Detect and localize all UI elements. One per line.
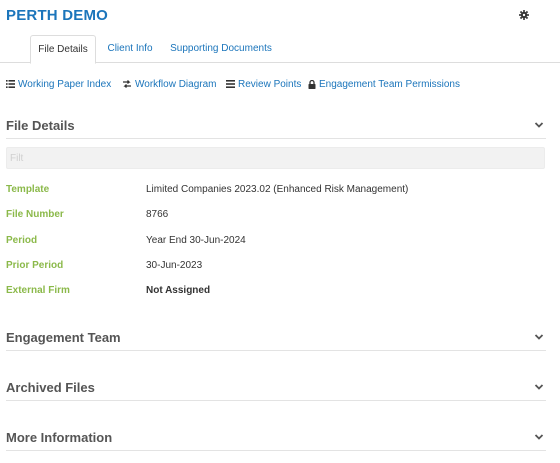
review-points-link[interactable]: Review Points	[226, 77, 301, 91]
engagement-team-permissions-label: Engagement Team Permissions	[319, 78, 460, 90]
tab-client-info[interactable]: Client Info	[100, 35, 160, 63]
detail-value: Limited Companies 2023.02 (Enhanced Risk…	[146, 184, 409, 195]
detail-row-period: Period Year End 30-Jun-2024	[6, 235, 546, 249]
engagement-team-permissions-link[interactable]: Engagement Team Permissions	[308, 77, 460, 91]
lock-icon	[308, 79, 316, 89]
file-details-page: PERTH DEMO File Details Client Info Supp…	[0, 0, 560, 463]
workflow-icon	[123, 80, 131, 88]
chevron-down-icon	[534, 384, 544, 390]
detail-row-file-number: File Number 8766	[6, 209, 546, 223]
chevron-down-icon	[534, 334, 544, 340]
detail-label: Period	[6, 235, 38, 246]
detail-row-external-firm: External Firm Not Assigned	[6, 285, 546, 299]
gear-icon[interactable]	[518, 9, 530, 21]
detail-value: Not Assigned	[146, 285, 211, 296]
workflow-diagram-link[interactable]: Workflow Diagram	[122, 77, 217, 91]
detail-value: 30-Jun-2023	[146, 260, 203, 271]
review-points-icon	[226, 80, 235, 88]
detail-row-prior-period: Prior Period 30-Jun-2023	[6, 260, 546, 274]
filter-input[interactable]	[7, 148, 544, 169]
section-title: More Information	[6, 430, 113, 445]
detail-label: External Firm	[6, 285, 70, 296]
detail-label: Template	[6, 184, 50, 195]
working-paper-index-link[interactable]: Working Paper Index	[6, 77, 111, 91]
tab-supporting-documents[interactable]: Supporting Documents	[165, 35, 277, 63]
file-details-section-header[interactable]: File Details	[6, 115, 546, 139]
working-paper-index-label: Working Paper Index	[18, 78, 112, 90]
detail-row-template: Template Limited Companies 2023.02 (Enha…	[6, 184, 546, 198]
engagement-team-section-header[interactable]: Engagement Team	[6, 327, 546, 351]
filter-bar	[6, 147, 545, 169]
detail-value: 8766	[146, 209, 169, 220]
tab-bar: File Details Client Info Supporting Docu…	[0, 35, 560, 64]
archived-files-section-header[interactable]: Archived Files	[6, 377, 546, 401]
chevron-down-icon	[534, 122, 544, 128]
chevron-down-icon	[534, 434, 544, 440]
list-icon	[6, 80, 15, 88]
page-title: PERTH DEMO	[6, 7, 109, 24]
section-title: File Details	[6, 118, 75, 133]
section-title: Engagement Team	[6, 330, 121, 345]
workflow-diagram-label: Workflow Diagram	[135, 78, 217, 90]
review-points-label: Review Points	[238, 78, 302, 90]
tab-file-details[interactable]: File Details	[30, 35, 96, 64]
detail-label: Prior Period	[6, 260, 64, 271]
more-information-section-header[interactable]: More Information	[6, 427, 546, 451]
detail-label: File Number	[6, 209, 64, 220]
detail-value: Year End 30-Jun-2024	[146, 235, 246, 246]
section-title: Archived Files	[6, 380, 95, 395]
